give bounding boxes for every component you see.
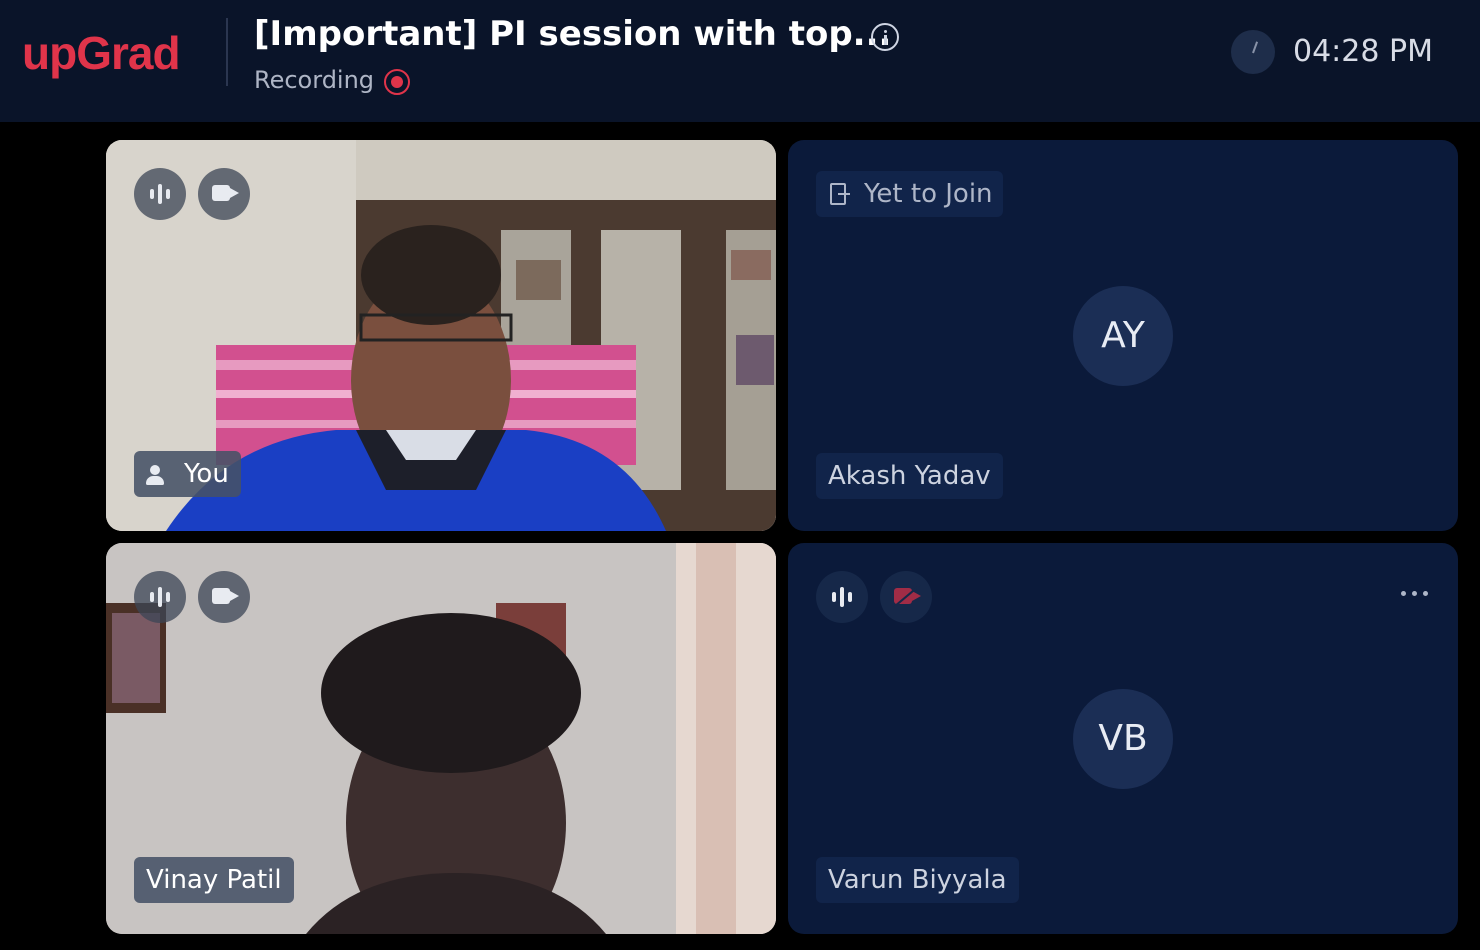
audio-level-icon (150, 587, 170, 607)
camera-off-button[interactable] (880, 571, 932, 623)
participant-name: Akash Yadav (816, 453, 1003, 499)
recording-label: Recording (254, 66, 375, 94)
avatar: VB (1073, 689, 1173, 789)
participant-tile-akash[interactable]: Yet to Join AY Akash Yadav (788, 140, 1458, 531)
top-bar: upGrad [Important] PI session with top..… (0, 0, 1480, 122)
session-title: [Important] PI session with top... (254, 14, 892, 54)
exit-door-icon (830, 183, 850, 205)
camera-off-icon (894, 588, 912, 604)
participant-tile-vinay[interactable]: Vinay Patil (106, 543, 776, 934)
audio-level-button[interactable] (134, 168, 186, 220)
join-status: Yet to Join (864, 179, 993, 209)
participant-tile-you[interactable]: You (106, 140, 776, 531)
yet-to-join-badge: Yet to Join (816, 171, 1003, 217)
recording-icon (384, 69, 410, 95)
participant-name-tag: You (134, 451, 241, 497)
audio-level-button[interactable] (816, 571, 868, 623)
participant-tile-varun[interactable]: VB Varun Biyyala (788, 543, 1458, 934)
camera-icon (212, 185, 230, 201)
camera-icon (212, 588, 230, 604)
camera-button[interactable] (198, 571, 250, 623)
audio-level-icon (832, 587, 852, 607)
participant-name: You (184, 459, 229, 489)
camera-button[interactable] (198, 168, 250, 220)
upgrad-logo: upGrad (22, 27, 181, 79)
participant-name: Varun Biyyala (816, 857, 1019, 903)
clock-icon (1231, 30, 1275, 74)
header-divider (226, 18, 228, 86)
info-icon[interactable] (871, 23, 899, 51)
more-options-icon[interactable] (1401, 589, 1431, 597)
audio-level-button[interactable] (134, 571, 186, 623)
participant-name: Vinay Patil (134, 857, 294, 903)
speaking-user-icon (146, 463, 176, 487)
avatar: AY (1073, 286, 1173, 386)
audio-level-icon (150, 184, 170, 204)
session-time: 04:28 PM (1293, 34, 1433, 69)
